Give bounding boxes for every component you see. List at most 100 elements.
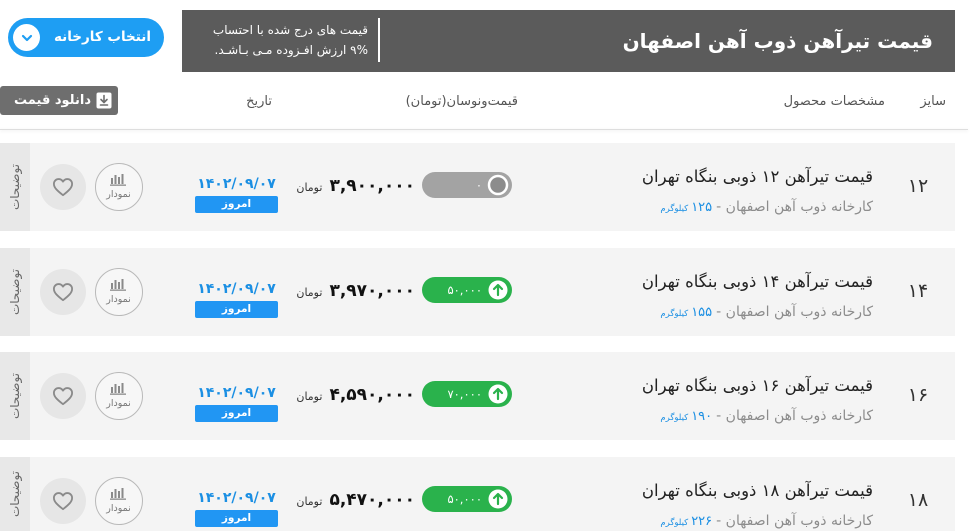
chart-button-label: نمودار	[106, 189, 131, 200]
page-title: قیمت تیرآهن ذوب آهن اصفهان	[622, 29, 933, 53]
weight-unit: کیلوگرم	[660, 309, 689, 319]
arrow-up-circle-icon	[488, 384, 508, 404]
price-date: ۱۴۰۲/۰۹/۰۷	[197, 281, 276, 297]
chart-button[interactable]: نمودار	[95, 268, 143, 316]
price-amount: ۴,۵۹۰,۰۰۰	[329, 385, 415, 405]
product-name-link[interactable]: قیمت تیرآهن ۱۸ ذوبی بنگاه تهران	[642, 479, 873, 503]
price-change-value: ۰	[475, 178, 482, 192]
date-today-badge: امروز	[195, 510, 278, 527]
heart-icon	[52, 282, 74, 302]
tax-note: قیمت های درج شده با احتساب ۹% ارزش افـزو…	[213, 20, 368, 60]
description-tab-label: توضیحات	[8, 268, 22, 316]
price-change-value: ۷۰,۰۰۰	[447, 387, 482, 401]
price: ۵,۴۷۰,۰۰۰ تومان	[296, 488, 415, 512]
description-tab[interactable]: توضیحات	[0, 248, 30, 336]
weight-value: ۱۹۰	[691, 409, 713, 424]
price-currency: تومان	[296, 390, 323, 403]
tax-note-line-1: قیمت های درج شده با احتساب	[212, 23, 368, 37]
favorite-button[interactable]	[40, 269, 86, 315]
favorite-button[interactable]	[40, 373, 86, 419]
select-factory-label: انتخاب کارخانه	[53, 29, 151, 45]
description-tab-label: توضیحات	[8, 372, 22, 420]
page-header: قیمت های درج شده با احتساب ۹% ارزش افـزو…	[182, 10, 955, 72]
price: ۳,۹۷۰,۰۰۰ تومان	[296, 279, 415, 303]
chart-button[interactable]: نمودار	[95, 372, 143, 420]
price-row: ۱۴ قیمت تیرآهن ۱۴ ذوبی بنگاه تهران کارخا…	[30, 248, 955, 336]
price-change-value: ۵۰,۰۰۰	[447, 283, 482, 297]
price-change-badge: ۰	[422, 172, 512, 198]
price: ۳,۹۰۰,۰۰۰ تومان	[296, 174, 415, 198]
favorite-button[interactable]	[40, 164, 86, 210]
price-amount: ۵,۴۷۰,۰۰۰	[329, 490, 415, 510]
weight-value: ۱۲۵	[691, 200, 713, 215]
bar-chart-icon	[110, 278, 126, 291]
price-amount: ۳,۹۰۰,۰۰۰	[329, 176, 415, 196]
product-specs: کارخانه ذوب آهن اصفهان -۱۹۰کیلوگرم	[660, 407, 873, 427]
weight-value: ۲۲۶	[691, 514, 713, 529]
tax-note-line-2: ۹% ارزش افـزوده مـی بـاشـد.	[214, 43, 368, 57]
factory-name: کارخانه ذوب آهن اصفهان -	[716, 199, 873, 215]
bar-chart-icon	[110, 173, 126, 186]
description-tab-label: توضیحات	[8, 470, 22, 518]
weight-unit: کیلوگرم	[660, 413, 689, 423]
heart-icon	[52, 177, 74, 197]
factory-name: کارخانه ذوب آهن اصفهان -	[716, 513, 873, 529]
date-today-badge: امروز	[195, 196, 278, 213]
header-divider-line	[0, 129, 968, 130]
date-today-badge: امروز	[195, 301, 278, 318]
weight-unit: کیلوگرم	[660, 204, 689, 214]
price-date: ۱۴۰۲/۰۹/۰۷	[197, 385, 276, 401]
heart-icon	[52, 386, 74, 406]
page: انتخاب کارخانه قیمت های درج شده با احتسا…	[0, 0, 971, 531]
product-name-link[interactable]: قیمت تیرآهن ۱۶ ذوبی بنگاه تهران	[642, 374, 873, 398]
chevron-down-icon	[13, 24, 40, 51]
chart-button[interactable]: نمودار	[95, 477, 143, 525]
price-currency: تومان	[296, 181, 323, 194]
header-divider	[378, 18, 380, 62]
column-header-price: قیمت‌ونوسان(تومان)	[405, 94, 518, 109]
trend-icon	[487, 279, 509, 301]
arrow-up-circle-icon	[488, 280, 508, 300]
product-specs: کارخانه ذوب آهن اصفهان -۲۲۶کیلوگرم	[660, 512, 873, 531]
price-row: ۱۸ قیمت تیرآهن ۱۸ ذوبی بنگاه تهران کارخا…	[30, 457, 955, 531]
price-row: ۱۲ قیمت تیرآهن ۱۲ ذوبی بنگاه تهران کارخا…	[30, 143, 955, 231]
price-change-badge: ۵۰,۰۰۰	[422, 486, 512, 512]
product-name-link[interactable]: قیمت تیرآهن ۱۴ ذوبی بنگاه تهران	[642, 270, 873, 294]
description-tab-label: توضیحات	[8, 163, 22, 211]
product-name-link[interactable]: قیمت تیرآهن ۱۲ ذوبی بنگاه تهران	[642, 165, 873, 189]
column-header-product: مشخصات محصول	[783, 94, 885, 109]
price-change-badge: ۵۰,۰۰۰	[422, 277, 512, 303]
description-tab[interactable]: توضیحات	[0, 352, 30, 440]
trend-icon	[487, 488, 509, 510]
heart-icon	[52, 491, 74, 511]
trend-icon	[487, 383, 509, 405]
factory-name: کارخانه ذوب آهن اصفهان -	[716, 304, 873, 320]
circle-icon	[487, 174, 509, 196]
price-currency: تومان	[296, 286, 323, 299]
size-value: ۱۸	[907, 489, 929, 511]
price-amount: ۳,۹۷۰,۰۰۰	[329, 281, 415, 301]
chart-button[interactable]: نمودار	[95, 163, 143, 211]
column-header-date: تاریخ	[246, 94, 272, 109]
download-icon	[96, 92, 112, 109]
bar-chart-icon	[110, 382, 126, 395]
price-row: ۱۶ قیمت تیرآهن ۱۶ ذوبی بنگاه تهران کارخا…	[30, 352, 955, 440]
select-factory-button[interactable]: انتخاب کارخانه	[8, 18, 164, 57]
size-value: ۱۲	[907, 175, 929, 197]
favorite-button[interactable]	[40, 478, 86, 524]
weight-unit: کیلوگرم	[660, 518, 689, 528]
column-header-size: سایز	[920, 94, 946, 109]
price-date: ۱۴۰۲/۰۹/۰۷	[197, 490, 276, 506]
size-value: ۱۴	[907, 280, 929, 302]
description-tab[interactable]: توضیحات	[0, 457, 30, 531]
product-specs: کارخانه ذوب آهن اصفهان -۱۲۵کیلوگرم	[660, 198, 873, 218]
price-change-badge: ۷۰,۰۰۰	[422, 381, 512, 407]
arrow-up-circle-icon	[488, 489, 508, 509]
price-change-value: ۵۰,۰۰۰	[447, 492, 482, 506]
chart-button-label: نمودار	[106, 503, 131, 514]
download-price-button[interactable]: دانلود قیمت	[0, 86, 118, 115]
description-tab[interactable]: توضیحات	[0, 143, 30, 231]
chart-button-label: نمودار	[106, 294, 131, 305]
date-today-badge: امروز	[195, 405, 278, 422]
download-price-label: دانلود قیمت	[14, 93, 91, 108]
